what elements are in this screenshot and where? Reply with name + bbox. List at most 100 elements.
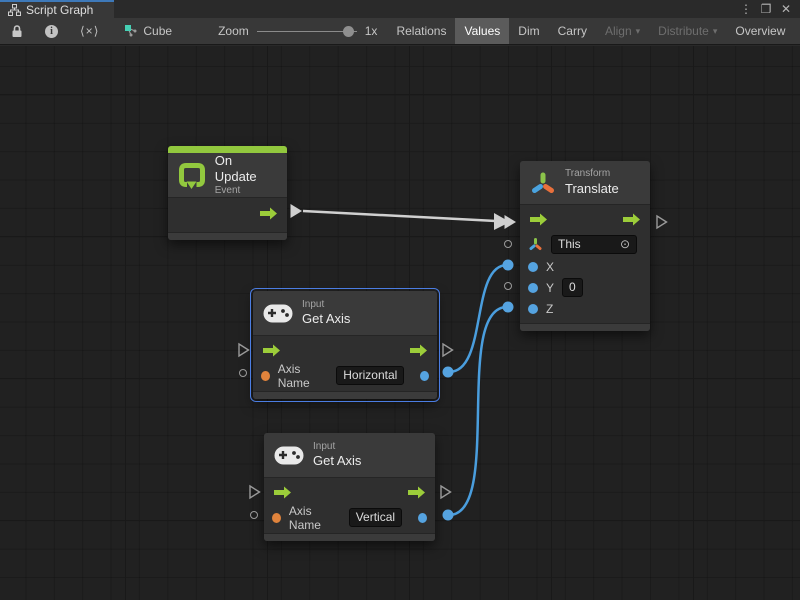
axis-name-input-port[interactable]: [272, 513, 281, 523]
code-icon: ⟨×⟩: [80, 24, 99, 38]
toolbar-button-dim[interactable]: Dim: [509, 18, 548, 44]
axis-name-field[interactable]: Horizontal: [336, 366, 404, 385]
node-header[interactable]: On Update Event: [168, 153, 287, 198]
zoom-control: Zoom 1x: [208, 18, 387, 44]
node-on-update[interactable]: On Update Event: [168, 146, 287, 240]
close-icon[interactable]: ✕: [778, 1, 794, 17]
node-footer: [168, 232, 287, 240]
ext-flow-out-get-axis-h[interactable]: [441, 342, 455, 358]
axis-name-label: Axis Name: [278, 362, 329, 390]
ext-axis-name-port-v[interactable]: [250, 511, 258, 519]
port-label-y: Y: [546, 281, 554, 295]
wire-flow[interactable]: [303, 211, 496, 221]
ext-x-port-connected[interactable]: [503, 260, 514, 271]
wire-horizontal-to-x[interactable]: [449, 265, 507, 372]
port-row-x: X: [520, 256, 650, 277]
toolbar-button-values[interactable]: Values: [455, 18, 509, 44]
ext-value-out-h-connected[interactable]: [443, 367, 454, 378]
zoom-slider-track[interactable]: [257, 31, 357, 33]
node-footer: [264, 533, 435, 541]
flow-row: [168, 198, 287, 228]
axis-name-label: Axis Name: [289, 504, 341, 532]
info-button[interactable]: i: [34, 18, 69, 44]
info-icon: i: [45, 25, 58, 38]
port-row-z: Z: [520, 298, 650, 319]
zoom-slider-handle[interactable]: [343, 26, 354, 37]
ext-flow-in-translate[interactable]: [503, 214, 518, 231]
script-graph-window: Script Graph ⋮ ❐ ✕ i ⟨×⟩: [0, 0, 800, 600]
value-output-port[interactable]: [418, 513, 427, 523]
toolbar-button-align[interactable]: Align ▾: [596, 18, 649, 44]
z-input-port[interactable]: [528, 304, 538, 314]
node-footer: [520, 323, 650, 331]
node-get-axis-vertical[interactable]: Input Get Axis Axis Name Vertical: [264, 433, 435, 541]
ext-flow-in-get-axis-h[interactable]: [237, 342, 251, 358]
ext-axis-name-port-h[interactable]: [239, 369, 247, 377]
axis-name-input-port[interactable]: [261, 371, 270, 381]
y-input-port[interactable]: [528, 283, 538, 293]
y-value-field[interactable]: 0: [562, 278, 583, 297]
node-title: On Update: [215, 153, 277, 186]
gamepad-icon: [263, 304, 293, 323]
title-bar: Script Graph ⋮ ❐ ✕: [0, 0, 800, 18]
flow-in-port[interactable]: [261, 344, 282, 357]
axis-name-row: Axis Name Vertical: [264, 506, 435, 529]
toolbar-button-carry[interactable]: Carry: [549, 18, 596, 44]
update-loop-icon: [178, 162, 206, 189]
toolbar-button-overview[interactable]: Overview: [726, 18, 794, 44]
ext-flow-in-get-axis-v[interactable]: [248, 484, 262, 500]
breadcrumb[interactable]: Cube: [114, 18, 182, 44]
ext-flow-out-translate[interactable]: [655, 214, 669, 230]
node-title: Get Axis: [302, 311, 350, 327]
window-menu-icon[interactable]: ⋮: [738, 1, 754, 17]
code-view-button[interactable]: ⟨×⟩: [69, 18, 110, 44]
this-target-field[interactable]: This ⊙: [551, 235, 637, 254]
toolbar-button-fullscreen[interactable]: Full Screen: [794, 18, 800, 44]
value-output-port[interactable]: [420, 371, 429, 381]
object-picker-icon[interactable]: ⊙: [620, 237, 630, 252]
node-kicker: Input: [313, 441, 361, 454]
tab-script-graph[interactable]: Script Graph: [0, 0, 114, 18]
window-controls: ⋮ ❐ ✕: [738, 0, 800, 18]
ext-this-port[interactable]: [504, 240, 512, 248]
node-kicker: Input: [302, 299, 350, 312]
node-title: Get Axis: [313, 453, 361, 469]
wire-vertical-to-z[interactable]: [449, 307, 507, 515]
node-get-axis-horizontal[interactable]: Input Get Axis Axis Name Horizontal: [253, 291, 437, 399]
toolbar-button-distribute[interactable]: Distribute ▾: [649, 18, 726, 44]
toolbar-button-relations[interactable]: Relations: [387, 18, 455, 44]
axis-name-field[interactable]: Vertical: [349, 508, 402, 527]
node-header[interactable]: Input Get Axis: [264, 433, 435, 478]
transform-port-icon[interactable]: [528, 237, 543, 252]
graph-hierarchy-icon: [8, 4, 21, 16]
ext-value-out-v-connected[interactable]: [443, 510, 454, 521]
zoom-slider[interactable]: [257, 18, 357, 45]
zoom-value: 1x: [365, 24, 378, 38]
node-header[interactable]: Input Get Axis: [253, 291, 437, 336]
ext-flow-out-on-update[interactable]: [289, 203, 304, 220]
ext-y-port[interactable]: [504, 282, 512, 290]
node-kicker: Transform: [565, 168, 619, 181]
axis-name-row: Axis Name Horizontal: [253, 364, 437, 387]
ext-flow-out-get-axis-v[interactable]: [439, 484, 453, 500]
node-translate[interactable]: Transform Translate: [520, 161, 650, 331]
flow-out-port[interactable]: [621, 213, 642, 226]
flow-out-port[interactable]: [406, 486, 427, 499]
flow-out-port[interactable]: [408, 344, 429, 357]
ext-z-port-connected[interactable]: [503, 302, 514, 313]
node-header[interactable]: Transform Translate: [520, 161, 650, 205]
maximize-icon[interactable]: ❐: [758, 1, 774, 17]
flow-out-port[interactable]: [258, 207, 279, 220]
node-subtitle: Event: [215, 185, 277, 198]
flow-row: [253, 336, 437, 364]
x-input-port[interactable]: [528, 262, 538, 272]
graph-canvas[interactable]: On Update Event: [0, 46, 800, 600]
breadcrumb-label: Cube: [143, 24, 172, 38]
chevron-down-icon: ▾: [636, 26, 641, 37]
tab-title: Script Graph: [26, 3, 93, 17]
flow-in-port[interactable]: [528, 213, 549, 226]
flow-in-port[interactable]: [272, 486, 293, 499]
flow-row: [264, 478, 435, 506]
node-footer: [253, 391, 437, 399]
lock-button[interactable]: [0, 18, 34, 44]
